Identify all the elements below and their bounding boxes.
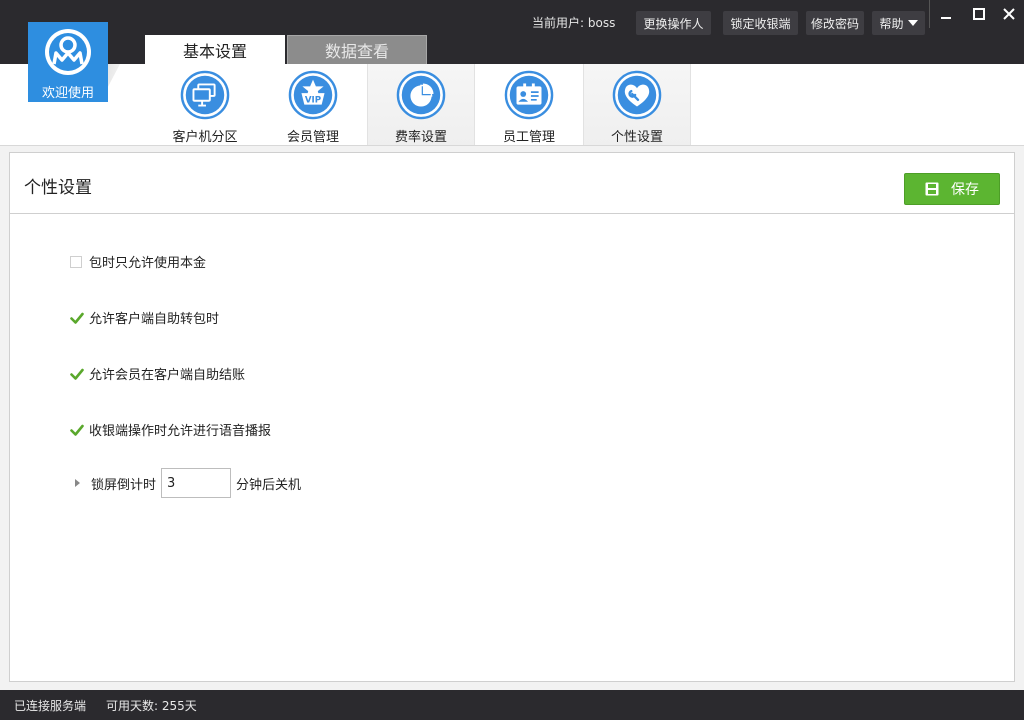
option-client-self-package[interactable]: 允许客户端自助转包时 [70,308,219,327]
checkmark-icon[interactable] [70,423,84,437]
toolbar-item-label: 客户机分区 [172,130,238,145]
toolbar-item-personalization[interactable]: 个性设置 [583,64,691,145]
app-logo-icon [45,29,91,75]
tab-data-view[interactable]: 数据查看 [287,35,427,64]
lock-countdown-input[interactable] [161,468,232,498]
id-card-icon [504,70,554,120]
close-button[interactable] [1000,5,1018,23]
chevron-down-icon [907,20,918,26]
toolbar-item-label: 会员管理 [286,130,339,145]
change-password-button[interactable]: 修改密码 [806,11,864,35]
connection-status: 已连接服务端 [14,699,87,713]
help-menu-button[interactable]: 帮助 [872,11,925,35]
option-voice-broadcast[interactable]: 收银端操作时允许进行语音播报 [70,420,271,439]
minimize-icon [941,17,951,19]
current-user-label: 当前用户: boss [532,16,616,30]
toolbar-item-client-zones[interactable]: 客户机分区 [151,64,259,145]
save-button[interactable]: 保存 [904,173,1000,205]
heart-wrench-icon [612,70,662,120]
vip-icon: VIP [288,70,338,120]
pie-chart-icon [396,70,446,120]
toolbar-item-label: 个性设置 [610,130,663,145]
status-bar: 已连接服务端 可用天数: 255天 [0,690,1024,720]
option-label: 包时只允许使用本金 [89,256,207,271]
app-logo: 欢迎使用 [28,22,108,102]
help-label: 帮助 [879,16,904,31]
monitor-icon [180,70,230,120]
tab-basic-settings[interactable]: 基本设置 [145,35,285,64]
toolbar-item-member-management[interactable]: VIP 会员管理 [259,64,367,145]
function-toolbar: 客户机分区 VIP 会员管理 费率设置 员工管理 个性设置 [0,64,1024,146]
chevron-right-icon [75,479,80,487]
option-label: 收银端操作时允许进行语音播报 [89,424,272,439]
save-label: 保存 [951,182,979,198]
checkbox-unchecked[interactable] [70,255,82,268]
checkmark-icon[interactable] [70,311,84,325]
minimize-button[interactable] [937,5,955,23]
svg-text:VIP: VIP [305,96,321,106]
lock-screen-suffix: 分钟后关机 [236,477,302,493]
maximize-button[interactable] [970,5,988,23]
option-label: 允许会员在客户端自助结账 [89,368,246,383]
toolbar-item-staff-management[interactable]: 员工管理 [475,64,583,145]
window-controls-divider [929,0,930,28]
title-bar: 基本设置 数据查看 当前用户: boss 更换操作人 锁定收银端 修改密码 帮助 [0,0,1024,64]
maximize-icon [973,8,985,20]
toolbar-item-label: 员工管理 [502,130,555,145]
option-label: 允许客户端自助转包时 [89,312,220,327]
days-available-status: 可用天数: 255天 [106,699,197,713]
option-package-principal-only[interactable]: 包时只允许使用本金 [70,252,206,271]
option-member-self-checkout[interactable]: 允许会员在客户端自助结账 [70,364,245,383]
panel-header: 个性设置 保存 [10,153,1014,214]
toolbar-item-rate-settings[interactable]: 费率设置 [367,64,475,145]
save-icon [925,182,939,196]
page-title: 个性设置 [24,178,92,198]
switch-operator-button[interactable]: 更换操作人 [636,11,711,35]
logo-label: 欢迎使用 [41,86,94,101]
close-icon [1003,8,1015,20]
lock-cashier-button[interactable]: 锁定收银端 [723,11,798,35]
settings-panel: 个性设置 保存 包时只允许使用本金 允许客户端自助转包时 允许会员在客户端自助结… [9,152,1015,682]
checkmark-icon[interactable] [70,367,84,381]
lock-screen-setting: 锁屏倒计时 分钟后关机 [70,468,301,498]
lock-screen-label: 锁屏倒计时 [91,477,157,493]
toolbar-item-label: 费率设置 [394,130,447,145]
